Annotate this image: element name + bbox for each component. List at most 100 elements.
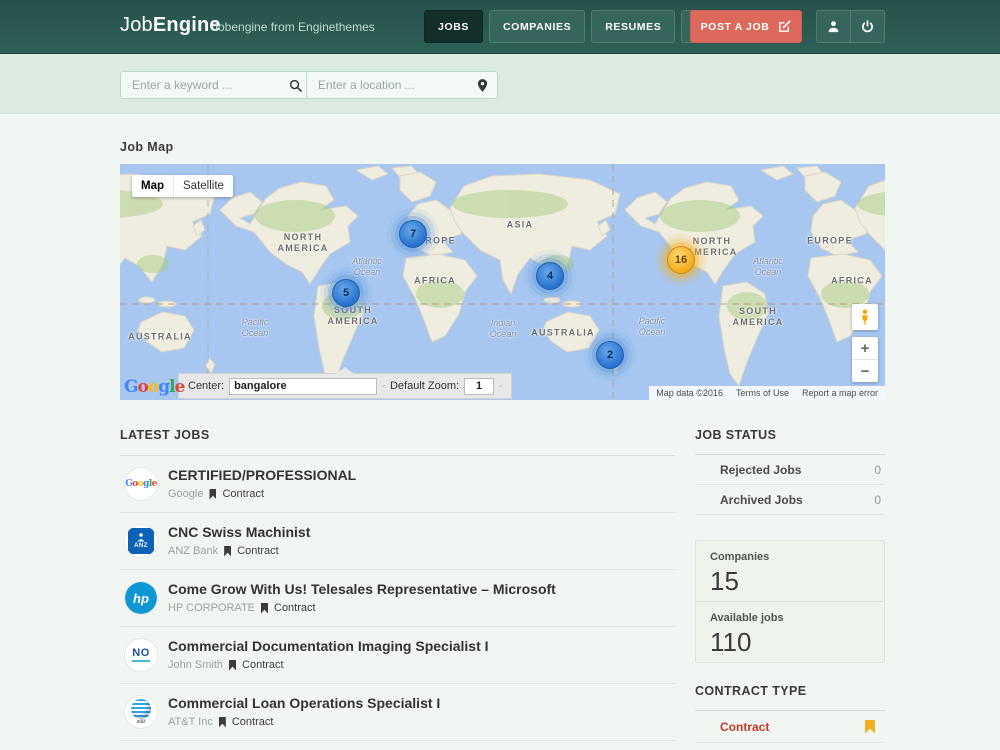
job-item[interactable]: NO Commercial Documentation Imaging Speci… [120, 627, 675, 684]
job-meta: John Smith Contract [168, 659, 675, 671]
contract-type-label: Contract [720, 720, 769, 734]
map-cluster-marker[interactable]: 4 [536, 262, 564, 290]
zoom-control: + − [852, 337, 878, 382]
tab-companies[interactable]: COMPANIES [489, 10, 585, 43]
bookmark-icon [865, 720, 875, 734]
job-status-title: JOB STATUS [695, 428, 776, 442]
world-map [120, 164, 885, 400]
keyword-field [120, 71, 312, 99]
google-logo[interactable]: Google [124, 379, 184, 396]
att-logo: at&t [125, 696, 157, 728]
no-logo: NO [125, 639, 157, 671]
job-meta: AT&T Inc Contract [168, 716, 675, 728]
keyword-input[interactable] [130, 77, 289, 93]
status-count: 0 [874, 463, 881, 477]
job-status-row[interactable]: Archived Jobs0 [695, 485, 885, 515]
google-logo-letter: G [124, 377, 138, 397]
zoom-in-button[interactable]: + [852, 337, 878, 359]
map-type-satellite[interactable]: Satellite [173, 175, 233, 197]
stat-cell: Companies 15 [696, 541, 884, 601]
logo[interactable]: JobEngine [120, 14, 221, 37]
map-cluster-marker[interactable]: 7 [399, 220, 427, 248]
map-type-map[interactable]: Map [132, 175, 173, 197]
job-meta: ANZ Bank Contract [168, 545, 675, 557]
job-status-list: Rejected Jobs0Archived Jobs0 [695, 455, 885, 515]
bookmark-icon [261, 603, 268, 614]
map-cluster-marker[interactable]: 5 [332, 279, 360, 307]
center-label: Center: [188, 380, 224, 392]
job-item[interactable]: hp Come Grow With Us! Telesales Represent… [120, 570, 675, 627]
post-a-job-button[interactable]: POST A JOB [690, 10, 802, 43]
job-title[interactable]: CERTIFIED/PROFESSIONAL [168, 456, 675, 483]
job-item[interactable]: ANZCNC Swiss MachinistANZ BankContract [120, 513, 675, 570]
location-input[interactable] [316, 77, 477, 93]
contract-type-row[interactable]: Contract [695, 711, 885, 743]
status-label: Rejected Jobs [720, 463, 801, 477]
company-name: ANZ Bank [168, 545, 218, 557]
map-center-input[interactable] [229, 378, 377, 395]
job-title[interactable]: Commercial Documentation Imaging Special… [168, 627, 675, 654]
map-attribution: Map data ©2016 Terms of Use Report a map e… [649, 386, 885, 400]
location-field [306, 71, 498, 99]
job-type: Contract [242, 659, 284, 671]
company-name: HP CORPORATE [168, 602, 255, 614]
job-map-title: Job Map [120, 140, 174, 154]
post-a-job-label: POST A JOB [701, 21, 770, 33]
bookmark-icon [229, 660, 236, 671]
stat-label: Companies [710, 551, 884, 563]
job-map[interactable]: AUSTRALIAPacific OceanNORTH AMERICAAtlan… [120, 164, 885, 400]
job-title[interactable]: Come Grow With Us! Telesales Representat… [168, 570, 675, 597]
search-icon[interactable] [289, 79, 302, 92]
latest-jobs-title: LATEST JOBS [120, 428, 675, 442]
job-title[interactable]: CNC Swiss Machinist [168, 513, 675, 540]
job-type: Contract [237, 545, 279, 557]
sidebar: JOB STATUS Rejected Jobs0Archived Jobs0 … [695, 428, 885, 750]
tab-resumes[interactable]: RESUMES [591, 10, 675, 43]
company-name: John Smith [168, 659, 223, 671]
map-center-bar: Center: Default Zoom: [178, 373, 512, 399]
latest-jobs-section: LATEST JOBS Google CERTIFIED/PROFESSIONAL… [120, 428, 675, 741]
stat-label: Available jobs [710, 612, 884, 624]
stat-value: 110 [710, 627, 884, 658]
drag-handle-icon[interactable] [499, 380, 502, 392]
map-cluster-marker[interactable]: 16 [667, 246, 695, 274]
stat-value: 15 [710, 566, 884, 597]
terms-of-use-link[interactable]: Terms of Use [736, 388, 789, 398]
google-logo-letter: g [158, 377, 169, 397]
job-title[interactable]: Commercial Loan Operations Specialist I [168, 684, 675, 711]
google-logo-letter: o [148, 377, 158, 397]
location-pin-icon [477, 79, 488, 92]
default-zoom-input[interactable] [464, 378, 494, 395]
zoom-out-button[interactable]: − [852, 359, 878, 382]
compose-icon [778, 20, 791, 33]
stats-box: Companies 15 Available jobs 110 [695, 540, 885, 663]
contract-type-list: Contract [695, 711, 885, 743]
company-name: AT&T Inc [168, 716, 213, 728]
drag-handle-icon[interactable] [382, 380, 385, 392]
tab-jobs[interactable]: JOBS [424, 10, 483, 43]
bookmark-icon [209, 489, 216, 500]
job-item[interactable]: Google CERTIFIED/PROFESSIONAL GoogleContra… [120, 456, 675, 513]
header: JobEngine Jobengine from Enginethemes JO… [0, 0, 1000, 54]
status-count: 0 [874, 493, 881, 507]
job-item[interactable]: at&t Commercial Loan Operations Specialis… [120, 684, 675, 741]
job-meta: GoogleContract [168, 488, 675, 500]
user-button[interactable] [816, 10, 851, 43]
job-type: Contract [274, 602, 316, 614]
job-status-row[interactable]: Rejected Jobs 0 [695, 455, 885, 485]
jobs-list: Google CERTIFIED/PROFESSIONAL GoogleContra… [120, 456, 675, 741]
report-map-error-link[interactable]: Report a map error [802, 388, 878, 398]
user-icon [827, 20, 840, 33]
pegman-icon [859, 309, 871, 326]
job-type: Contract [232, 716, 274, 728]
company-name: Google [168, 488, 203, 500]
map-cluster-marker[interactable]: 2 [596, 341, 624, 369]
pegman-control[interactable] [852, 304, 878, 330]
power-button[interactable] [850, 10, 885, 43]
logo-part1: Job [120, 14, 153, 36]
bookmark-icon [224, 546, 231, 557]
map-data-text: Map data ©2016 [656, 388, 723, 398]
bookmark-icon [219, 717, 226, 728]
hp-logo: hp [125, 582, 157, 614]
default-zoom-label: Default Zoom: [390, 380, 459, 392]
